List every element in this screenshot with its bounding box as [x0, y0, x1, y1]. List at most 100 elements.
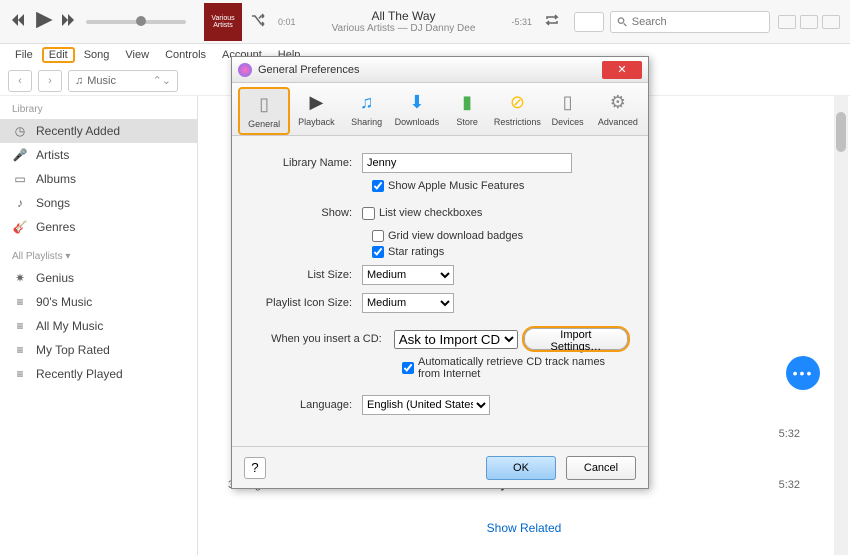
language-select[interactable]: English (United States)	[362, 395, 490, 415]
library-name-input[interactable]	[362, 153, 572, 173]
list-size-select[interactable]: Medium	[362, 265, 454, 285]
guitar-icon: 🎸	[12, 219, 28, 235]
remaining-time: -5:31	[507, 17, 536, 27]
tab-downloads[interactable]: ⬇Downloads	[393, 87, 441, 135]
track-duration-above: 5:32	[779, 428, 800, 440]
album-icon: ▭	[12, 171, 28, 187]
auto-retrieve-checkbox[interactable]	[402, 362, 414, 374]
now-playing: All The Way Various Artists — DJ Danny D…	[300, 9, 508, 34]
library-name-label: Library Name:	[252, 157, 362, 169]
track-title: All The Way	[300, 9, 508, 23]
dialog-titlebar[interactable]: General Preferences ✕	[232, 57, 648, 83]
sidebar: Library ◷Recently Added 🎤Artists ▭Albums…	[0, 96, 198, 555]
track-duration: 5:32	[779, 479, 840, 491]
smart-playlist-icon: ≡	[12, 318, 28, 334]
dialog-close-button[interactable]: ✕	[602, 61, 642, 79]
star-checkbox[interactable]	[372, 246, 384, 258]
more-fab[interactable]: •••	[786, 356, 820, 390]
preferences-dialog: General Preferences ✕ ▯General ▶Playback…	[231, 56, 649, 489]
gridview-label: Grid view download badges	[388, 230, 523, 242]
download-icon: ⬇	[404, 89, 430, 115]
search-box[interactable]	[610, 11, 770, 33]
playback-controls	[10, 9, 76, 34]
smart-playlist-icon: ≡	[12, 366, 28, 382]
sidebar-item-genius[interactable]: ✷Genius	[0, 266, 197, 290]
gear-icon: ⚙	[605, 89, 631, 115]
window-controls	[778, 15, 840, 29]
listview-label: List view checkboxes	[379, 207, 482, 219]
queue-button[interactable]	[574, 12, 604, 32]
apple-music-label: Show Apple Music Features	[388, 180, 524, 192]
tab-sharing[interactable]: ♫Sharing	[343, 87, 391, 135]
apple-music-checkbox[interactable]	[372, 180, 384, 192]
elapsed-time: 0:01	[274, 17, 300, 27]
device-icon: ▯	[555, 89, 581, 115]
maximize-button[interactable]	[800, 15, 818, 29]
shuffle-icon[interactable]	[250, 12, 266, 31]
music-icon: ♫	[75, 75, 83, 87]
tab-advanced[interactable]: ⚙Advanced	[594, 87, 642, 135]
mic-icon: 🎤	[12, 147, 28, 163]
back-button[interactable]: ‹	[8, 70, 32, 92]
album-art[interactable]: Various Artists	[204, 3, 242, 41]
clock-icon: ◷	[12, 123, 28, 139]
sidebar-item-genres[interactable]: 🎸Genres	[0, 215, 197, 239]
help-button[interactable]: ?	[244, 457, 266, 479]
cd-insert-label: When you insert a CD:	[252, 333, 388, 345]
next-button[interactable]	[60, 12, 76, 31]
ok-button[interactable]: OK	[486, 456, 556, 480]
search-input[interactable]	[632, 16, 763, 28]
dialog-body: Library Name: Show Apple Music Features …	[232, 136, 648, 446]
genius-icon: ✷	[12, 270, 28, 286]
sidebar-item-recently-played[interactable]: ≡Recently Played	[0, 362, 197, 386]
dialog-title: General Preferences	[258, 64, 360, 76]
tab-store[interactable]: ▮Store	[443, 87, 491, 135]
close-button[interactable]	[822, 15, 840, 29]
menu-view[interactable]: View	[118, 47, 156, 63]
sidebar-item-all-my-music[interactable]: ≡All My Music	[0, 314, 197, 338]
forward-button[interactable]: ›	[38, 70, 62, 92]
show-related-link[interactable]: Show Related	[198, 521, 850, 535]
scrollbar-thumb[interactable]	[836, 112, 846, 152]
sidebar-item-top-rated[interactable]: ≡My Top Rated	[0, 338, 197, 362]
cd-action-select[interactable]: Ask to Import CD	[394, 330, 518, 349]
sidebar-item-albums[interactable]: ▭Albums	[0, 167, 197, 191]
dialog-tabs: ▯General ▶Playback ♫Sharing ⬇Downloads ▮…	[232, 83, 648, 136]
show-label: Show:	[252, 207, 362, 219]
sidebar-item-recently-added[interactable]: ◷Recently Added	[0, 119, 197, 143]
auto-retrieve-label: Automatically retrieve CD track names fr…	[418, 356, 628, 380]
playlists-section-label[interactable]: All Playlists ▾	[0, 247, 197, 266]
language-label: Language:	[252, 399, 362, 411]
minimize-button[interactable]	[778, 15, 796, 29]
category-select[interactable]: ♫ Music ⌃⌄	[68, 70, 178, 92]
chevron-updown-icon: ⌃⌄	[153, 74, 171, 87]
sidebar-item-songs[interactable]: ♪Songs	[0, 191, 197, 215]
sidebar-item-artists[interactable]: 🎤Artists	[0, 143, 197, 167]
menu-controls[interactable]: Controls	[158, 47, 213, 63]
tab-devices[interactable]: ▯Devices	[544, 87, 592, 135]
tab-playback[interactable]: ▶Playback	[292, 87, 340, 135]
import-settings-button[interactable]: Import Settings…	[524, 328, 628, 350]
playlist-icon-select[interactable]: Medium	[362, 293, 454, 313]
playlist-icon-label: Playlist Icon Size:	[252, 297, 362, 309]
repeat-icon[interactable]	[544, 12, 560, 31]
listview-checkbox[interactable]	[362, 207, 375, 220]
list-size-label: List Size:	[252, 269, 362, 281]
sidebar-item-90s[interactable]: ≡90's Music	[0, 290, 197, 314]
menu-edit[interactable]: Edit	[42, 47, 75, 63]
tab-general[interactable]: ▯General	[238, 87, 290, 135]
menu-file[interactable]: File	[8, 47, 40, 63]
track-artist: Various Artists — DJ Danny Dee	[300, 23, 508, 34]
bag-icon: ▮	[454, 89, 480, 115]
library-section-label: Library	[0, 100, 197, 119]
play-button[interactable]	[32, 9, 54, 34]
restrictions-icon: ⊘	[504, 89, 530, 115]
tab-restrictions[interactable]: ⊘Restrictions	[493, 87, 541, 135]
volume-slider[interactable]	[86, 20, 186, 24]
gridview-checkbox[interactable]	[372, 230, 384, 242]
menu-song[interactable]: Song	[77, 47, 117, 63]
prev-button[interactable]	[10, 12, 26, 31]
smart-playlist-icon: ≡	[12, 342, 28, 358]
cancel-button[interactable]: Cancel	[566, 456, 636, 480]
category-label: Music	[87, 75, 116, 87]
